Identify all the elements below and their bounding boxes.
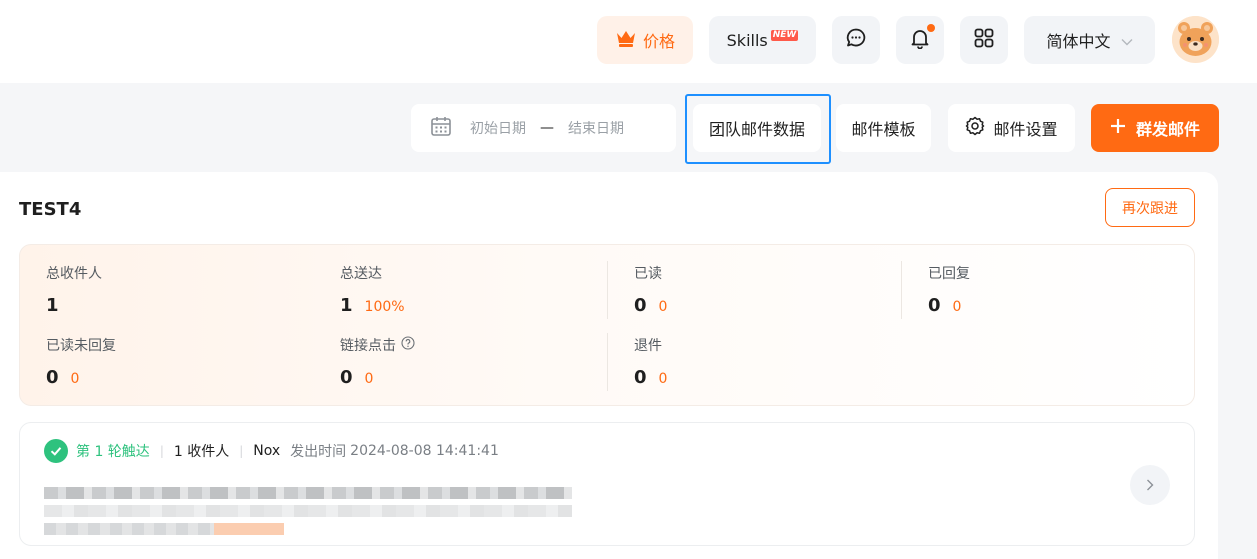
stat-replied: 已回复 00 [928, 263, 1208, 316]
notification-dot [927, 24, 935, 32]
mass-send-email-button[interactable]: 群发邮件 [1091, 104, 1219, 152]
round-item[interactable]: 第 1 轮触达 | 1 收件人 | Nox 发出时间 2024-08-08 14… [19, 422, 1195, 546]
stat-percent: 0 [952, 299, 962, 315]
chat-icon [845, 27, 867, 53]
stat-label: 已读 [634, 266, 662, 282]
campaign-card: TEST4 再次跟进 总收件人 1 总送达 1 100% 已读 00 已回复 00… [0, 172, 1218, 559]
stat-percent: 0 [70, 371, 80, 387]
date-range-picker[interactable]: 初始日期 — 结束日期 [411, 104, 676, 152]
stat-bounced: 退件 00 [634, 335, 914, 388]
crown-icon [615, 28, 637, 52]
stat-label: 总收件人 [46, 266, 102, 282]
stat-label: 退件 [634, 338, 662, 354]
email-template-label: 邮件模板 [851, 120, 916, 139]
sender-name: Nox [253, 443, 281, 459]
stat-read: 已读 00 [634, 263, 914, 316]
chevron-right-icon [1146, 476, 1154, 495]
stat-value: 0 [928, 295, 941, 316]
plus-icon [1110, 118, 1126, 138]
pricing-label: 价格 [642, 32, 675, 51]
stat-percent: 0 [658, 371, 668, 387]
user-avatar[interactable] [1172, 16, 1219, 63]
skills-button[interactable]: Skills NEW [709, 16, 816, 64]
follow-up-button[interactable]: 再次跟进 [1105, 188, 1195, 227]
open-round-button[interactable] [1130, 465, 1170, 505]
stat-value: 0 [340, 367, 353, 388]
sent-time: 2024-08-08 14:41:41 [350, 443, 499, 459]
round-label: 第 1 轮触达 [76, 444, 150, 460]
stat-percent: 0 [364, 371, 374, 387]
help-icon[interactable] [401, 336, 415, 354]
new-badge: NEW [770, 29, 799, 41]
stat-value: 1 [340, 295, 353, 316]
stat-label: 总送达 [340, 266, 382, 282]
recipient-count: 1 收件人 [173, 444, 230, 460]
grid-icon [974, 28, 994, 52]
stats-panel: 总收件人 1 总送达 1 100% 已读 00 已回复 00 已读未回复 00 链… [19, 244, 1195, 406]
stat-label: 链接点击 [340, 338, 396, 354]
bear-avatar-icon [1172, 16, 1219, 63]
language-label: 简体中文 [1046, 32, 1111, 51]
notifications-button[interactable] [896, 16, 944, 64]
date-range-separator: — [540, 120, 554, 136]
divider [901, 261, 902, 319]
stat-value: 1 [46, 295, 59, 316]
stat-link-clicks: 链接点击 00 [340, 335, 620, 388]
skills-label: Skills [726, 30, 768, 50]
team-email-data-button[interactable]: 团队邮件数据 [693, 104, 821, 152]
team-email-data-label: 团队邮件数据 [708, 120, 805, 139]
mass-send-label: 群发邮件 [1135, 120, 1200, 139]
separator: | [239, 444, 244, 458]
gear-icon [965, 116, 985, 140]
divider [607, 261, 608, 319]
stat-percent: 0 [658, 299, 668, 315]
stat-read-no-reply: 已读未回复 00 [46, 335, 326, 388]
top-header: 价格 Skills NEW 简体中文 [0, 0, 1257, 83]
stat-percent: 100% [364, 299, 405, 315]
divider [607, 333, 608, 391]
email-settings-label: 邮件设置 [993, 120, 1058, 139]
stat-label: 已回复 [928, 266, 970, 282]
pricing-button[interactable]: 价格 [597, 16, 693, 64]
round-header: 第 1 轮触达 | 1 收件人 | Nox 发出时间 2024-08-08 14… [44, 439, 499, 463]
stat-label: 已读未回复 [46, 338, 116, 354]
stat-value: 0 [46, 367, 59, 388]
chevron-down-icon [1121, 31, 1133, 50]
start-date-input[interactable]: 初始日期 [470, 118, 526, 138]
stat-value: 0 [634, 295, 647, 316]
stat-total-delivered: 总送达 1 100% [340, 263, 620, 316]
calendar-icon [430, 115, 452, 141]
email-template-button[interactable]: 邮件模板 [836, 104, 931, 152]
end-date-input[interactable]: 结束日期 [568, 118, 624, 138]
email-settings-button[interactable]: 邮件设置 [948, 104, 1075, 152]
separator: | [159, 444, 164, 458]
check-circle-icon [44, 439, 68, 463]
sent-time-label: 发出时间 [290, 444, 347, 460]
stat-total-recipients: 总收件人 1 [46, 263, 326, 316]
stat-value: 0 [634, 367, 647, 388]
follow-up-label: 再次跟进 [1122, 200, 1178, 217]
language-select[interactable]: 简体中文 [1024, 16, 1155, 64]
chat-button[interactable] [832, 16, 880, 64]
apps-button[interactable] [960, 16, 1008, 64]
campaign-title: TEST4 [19, 199, 82, 220]
